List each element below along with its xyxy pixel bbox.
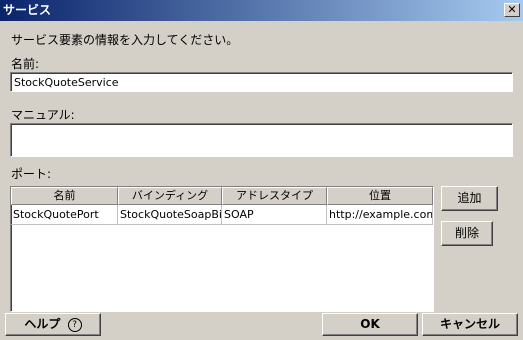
name-field-value: StockQuoteService	[14, 76, 119, 89]
name-label: 名前:	[11, 57, 40, 71]
cell-port-name: StockQuotePort	[11, 205, 118, 225]
help-button-label: ヘルプ	[24, 317, 61, 331]
ports-label: ポート:	[11, 167, 52, 181]
manual-label: マニュアル:	[11, 108, 75, 122]
column-header-address-type[interactable]: アドレスタイプ	[222, 187, 327, 205]
close-button[interactable]: ✕	[504, 3, 520, 17]
cell-location: http://example.com	[327, 205, 433, 225]
window-title: サービス	[3, 3, 52, 17]
instruction-text: サービス要素の情報を入力してください。	[11, 33, 239, 47]
delete-button[interactable]: 削除	[441, 221, 493, 246]
close-icon: ✕	[507, 3, 517, 16]
cancel-button[interactable]: キャンセル	[422, 313, 518, 336]
service-dialog: サービス ✕ サービス要素の情報を入力してください。 名前: StockQuot…	[0, 0, 523, 340]
column-header-name[interactable]: 名前	[11, 187, 118, 205]
ok-button[interactable]: OK	[322, 313, 418, 336]
table-row[interactable]: StockQuotePort StockQuoteSoapBi... SOAP …	[11, 205, 433, 225]
title-bar[interactable]: サービス ✕	[0, 0, 523, 21]
cell-address-type: SOAP	[222, 205, 327, 225]
column-header-location[interactable]: 位置	[327, 187, 433, 205]
add-button[interactable]: 追加	[441, 186, 498, 211]
table-header: 名前 バインディング アドレスタイプ 位置	[11, 187, 433, 205]
name-field[interactable]: StockQuoteService	[10, 72, 513, 92]
help-button[interactable]: ヘルプ ?	[5, 313, 101, 336]
manual-field[interactable]	[10, 123, 513, 157]
column-header-binding[interactable]: バインディング	[118, 187, 222, 205]
help-icon: ?	[67, 317, 82, 332]
ports-table: 名前 バインディング アドレスタイプ 位置 StockQuotePort Sto…	[10, 186, 434, 312]
cell-binding: StockQuoteSoapBi...	[118, 205, 222, 225]
